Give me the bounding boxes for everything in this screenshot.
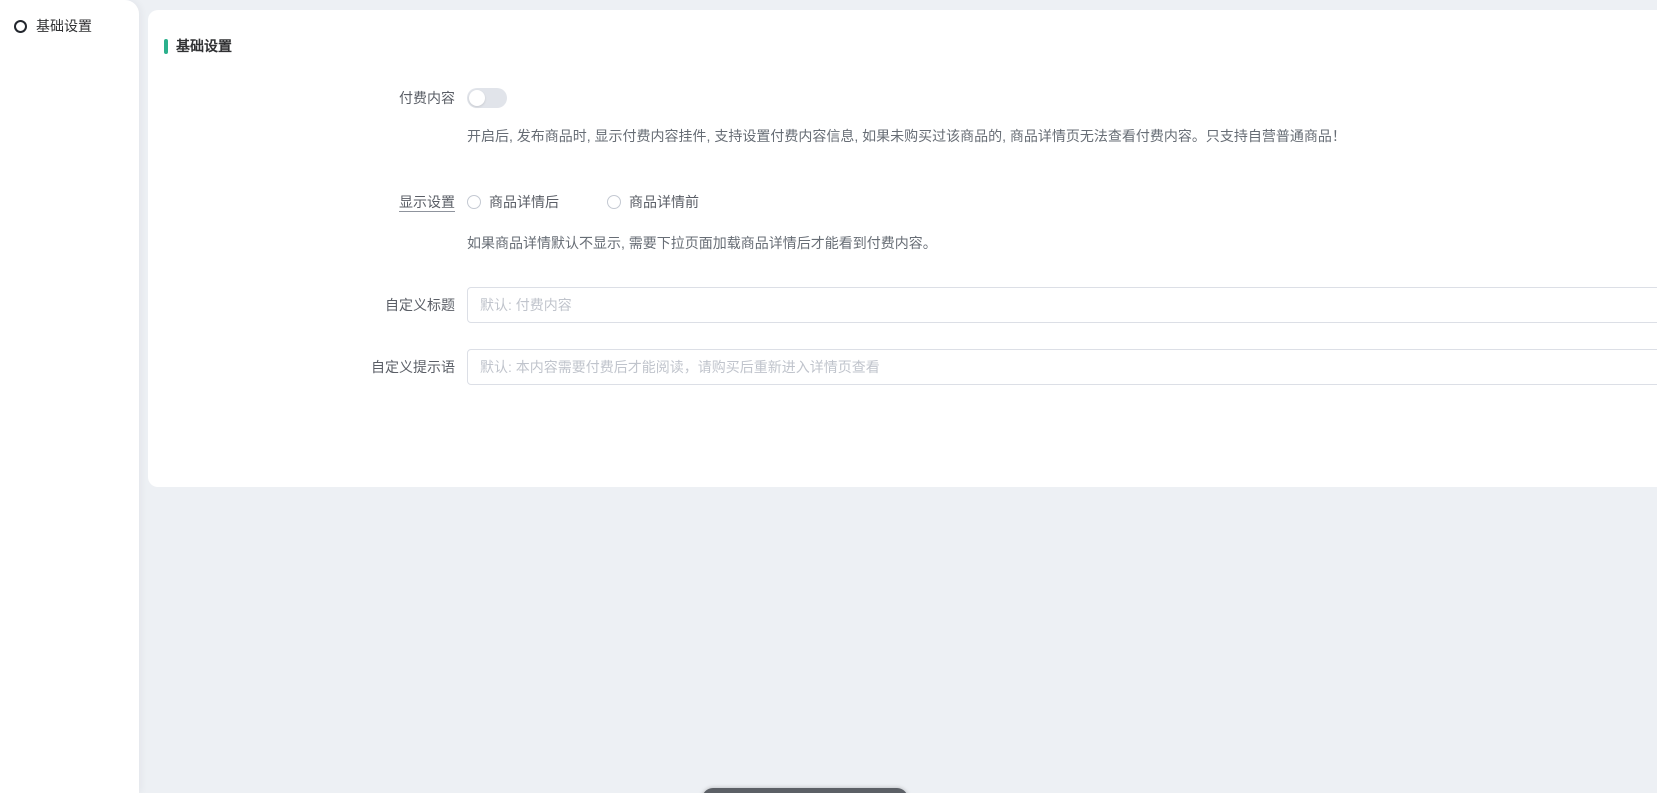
paid-content-toggle[interactable] [467,88,507,108]
custom-title-input[interactable] [467,287,1657,323]
radio-icon [467,195,481,209]
radio-label: 商品详情前 [629,192,699,212]
display-setting-label: 显示设置 [148,192,455,212]
paid-content-row: 付费内容 [148,88,1657,108]
display-setting-help-text: 如果商品详情默认不显示, 需要下拉页面加载商品详情后才能看到付费内容。 [467,233,937,253]
custom-title-row: 自定义标题 [148,287,1657,323]
radio-product-detail-before[interactable]: 商品详情前 [607,192,699,212]
circle-icon [14,20,27,33]
radio-icon [607,195,621,209]
paid-content-help-text: 开启后, 发布商品时, 显示付费内容挂件, 支持设置付费内容信息, 如果未购买过… [467,126,1346,146]
paid-content-help-row: 开启后, 发布商品时, 显示付费内容挂件, 支持设置付费内容信息, 如果未购买过… [148,126,1657,146]
display-setting-row: 显示设置 商品详情后 商品详情前 [148,192,1657,212]
custom-title-label: 自定义标题 [148,295,455,315]
sidebar: 基础设置 [0,0,139,793]
custom-prompt-input[interactable] [467,349,1657,385]
custom-prompt-label: 自定义提示语 [148,357,455,377]
sidebar-item-label: 基础设置 [36,16,92,36]
settings-panel: 基础设置 付费内容 开启后, 发布商品时, 显示付费内容挂件, 支持设置付费内容… [148,10,1657,487]
paid-content-label: 付费内容 [148,88,455,108]
custom-prompt-row: 自定义提示语 [148,349,1657,385]
panel-title-row: 基础设置 [148,10,1657,56]
title-accent-bar [164,39,168,54]
sidebar-item-basic-settings[interactable]: 基础设置 [0,0,139,52]
display-setting-help-row: 如果商品详情默认不显示, 需要下拉页面加载商品详情后才能看到付费内容。 [148,233,1657,253]
radio-label: 商品详情后 [489,192,559,212]
bottom-dark-button[interactable] [702,788,908,793]
toggle-knob [469,90,485,106]
radio-product-detail-after[interactable]: 商品详情后 [467,192,559,212]
page-title: 基础设置 [176,36,232,56]
